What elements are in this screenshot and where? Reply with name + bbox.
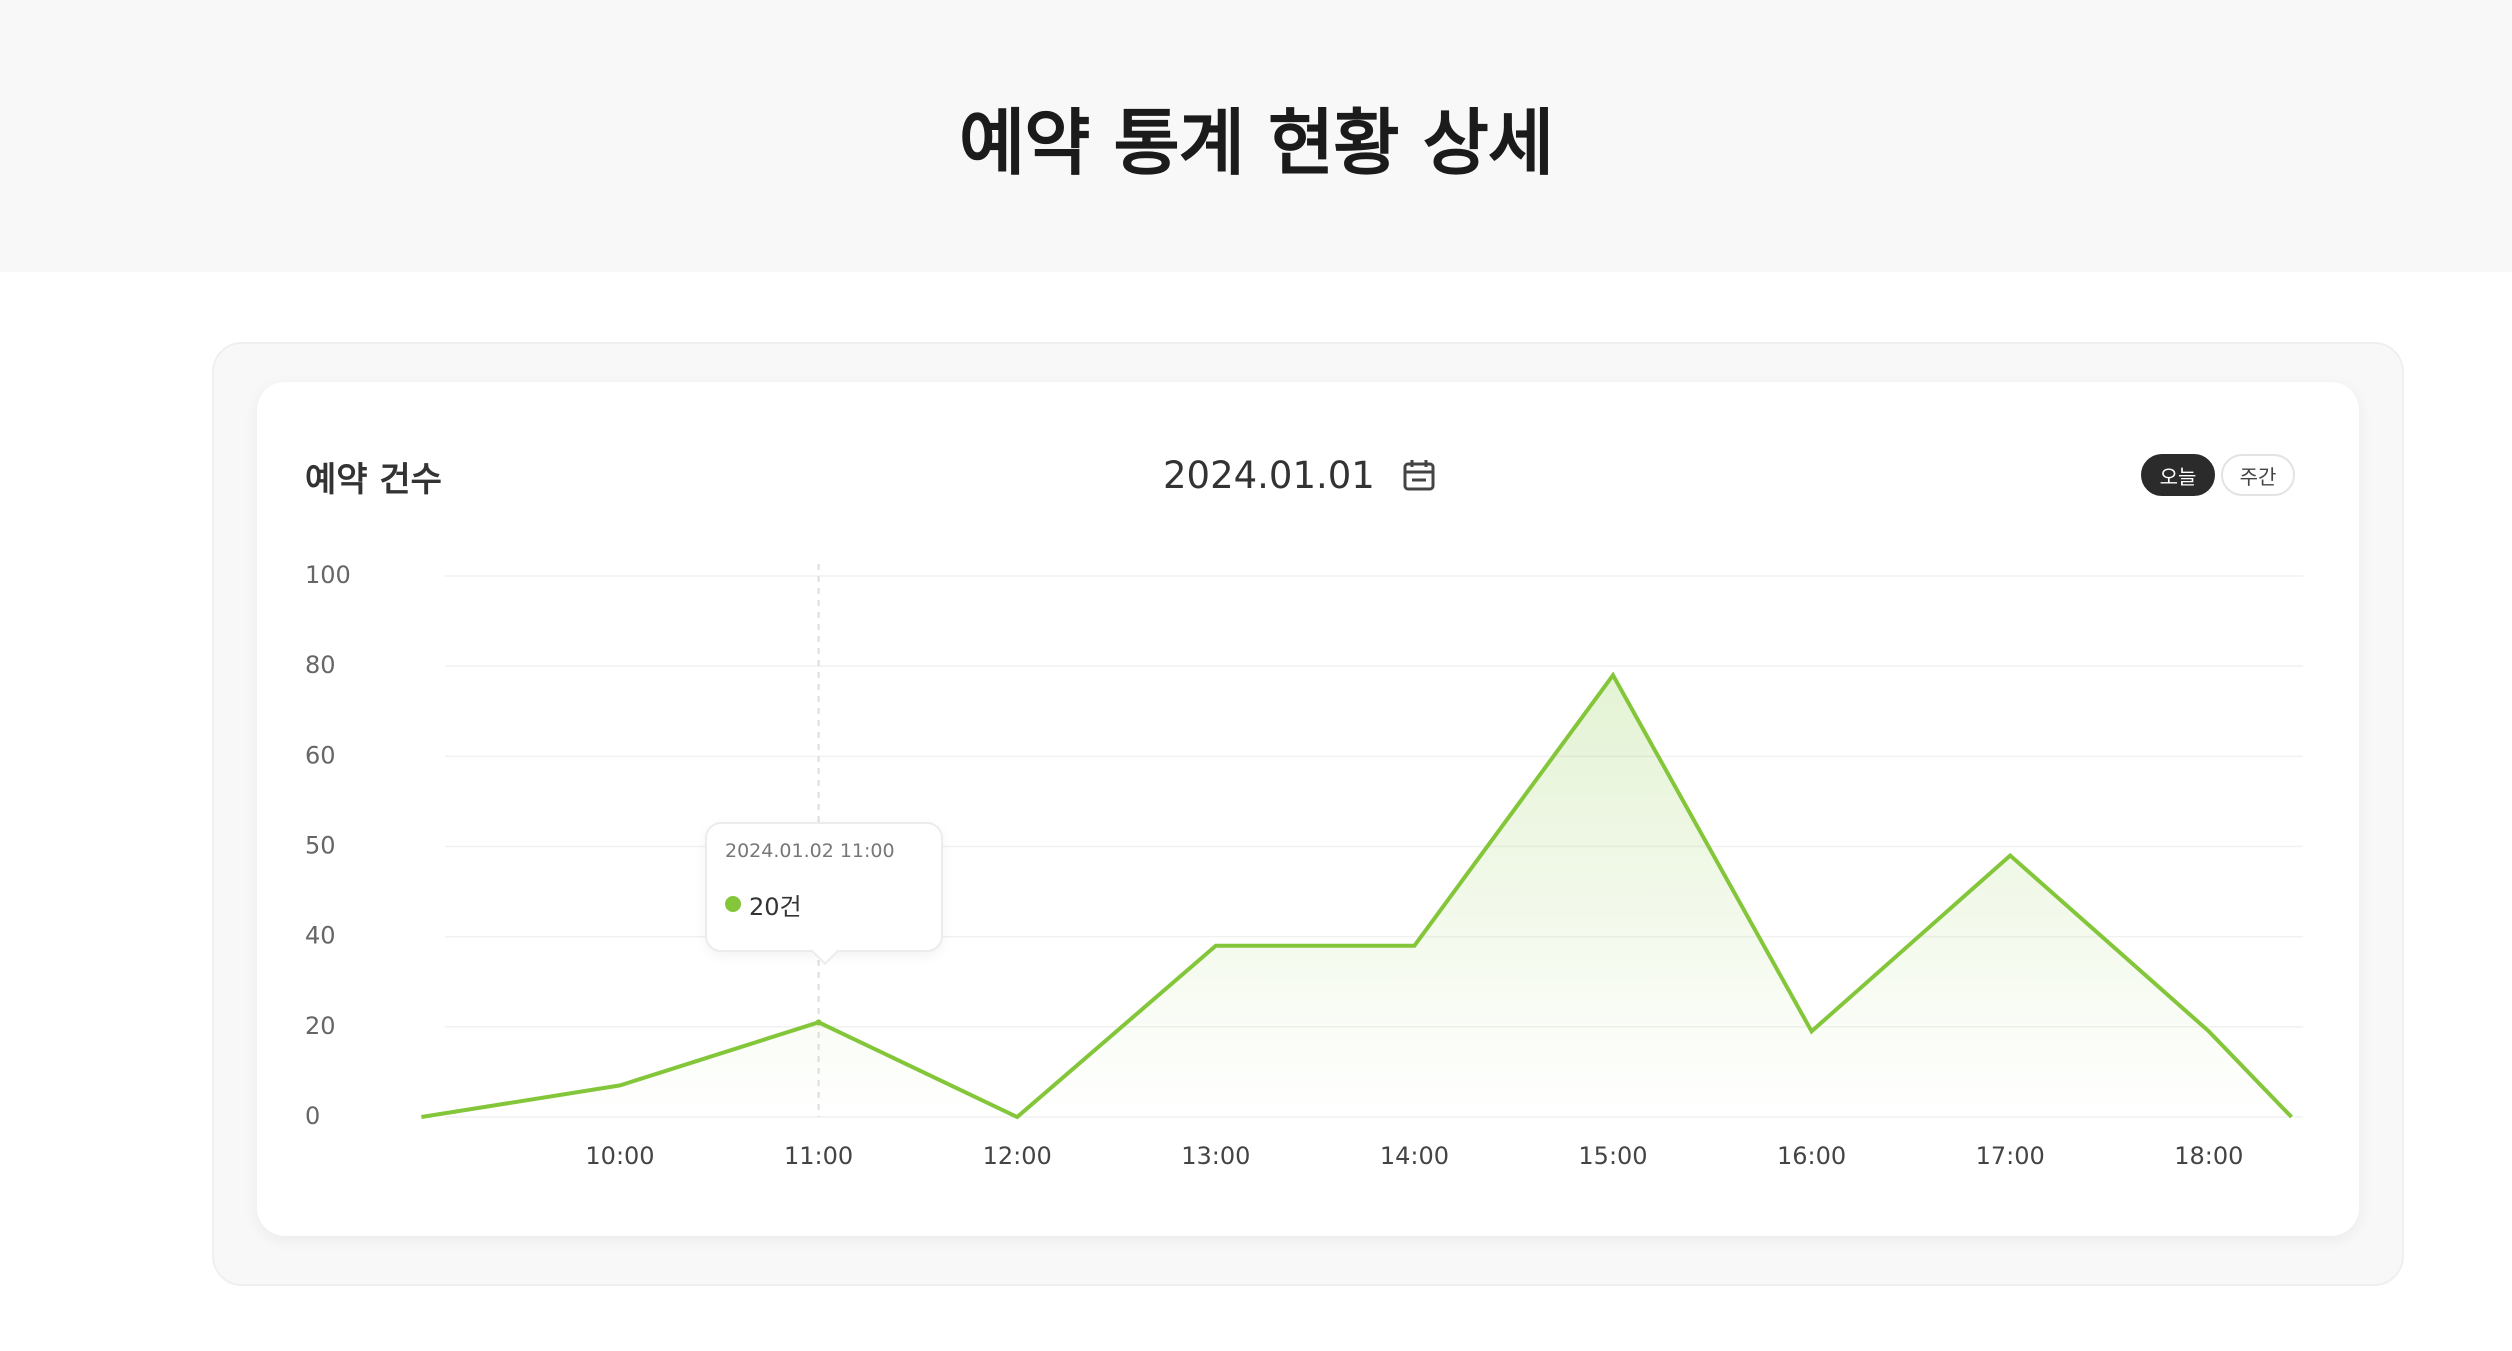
chart-tooltip: 2024.01.02 11:00 20건 [705,822,943,952]
y-tick-label: 100 [305,561,351,589]
x-tick-label: 16:00 [1777,1142,1846,1170]
tooltip-date: 2024.01.02 11:00 [725,840,895,862]
x-tick-label: 13:00 [1181,1142,1250,1170]
y-tick-label: 0 [305,1102,320,1130]
x-tick-label: 15:00 [1578,1142,1647,1170]
y-tick-label: 50 [305,832,336,860]
x-tick-label: 12:00 [983,1142,1052,1170]
y-tick-label: 40 [305,922,336,950]
x-tick-label: 14:00 [1380,1142,1449,1170]
series-area [421,675,2292,1117]
tooltip-value: 20건 [749,893,802,921]
y-tick-label: 60 [305,741,336,769]
x-tick-label: 17:00 [1976,1142,2045,1170]
x-tick-label: 18:00 [2174,1142,2243,1170]
chart-card: 예약 건수 2024.01.01 오늘 주간 100 80 60 50 40 20 0 10… [257,382,2359,1236]
page-header: 예약 통계 현황 상세 [0,0,2512,272]
x-tick-label: 11:00 [784,1142,853,1170]
y-tick-label: 80 [305,651,336,679]
page-title: 예약 통계 현황 상세 [958,100,1554,185]
line-chart: 100 80 60 50 40 20 0 10:00 11:00 12:00 13:00 14:00… [305,561,2303,1170]
y-tick-label: 20 [305,1012,336,1040]
x-tick-label: 10:00 [585,1142,654,1170]
data-point[interactable] [815,1019,822,1026]
tooltip-series-dot [725,896,741,912]
